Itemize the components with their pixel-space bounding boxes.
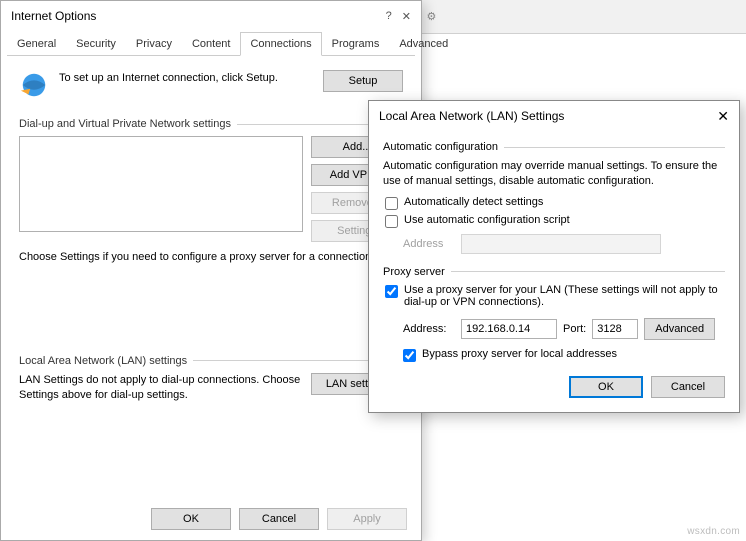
auto-config-group: Automatic configuration Automatic config… — [383, 141, 725, 254]
tab-connections[interactable]: Connections — [240, 32, 321, 56]
auto-detect-checkbox[interactable] — [385, 197, 398, 210]
internet-options-dialog: Internet Options ? ✕ General Security Pr… — [0, 0, 422, 541]
watermark: wsxdn.com — [687, 526, 740, 537]
use-proxy-checkbox[interactable] — [385, 285, 398, 298]
auto-config-note: Automatic configuration may override man… — [383, 159, 725, 190]
proxy-group: Proxy server Use a proxy server for your… — [383, 266, 725, 362]
lan-section-label: Local Area Network (LAN) settings — [19, 355, 403, 367]
dialog-titlebar: Internet Options ? ✕ — [1, 1, 421, 31]
ok-button[interactable]: OK — [151, 508, 231, 530]
close-icon[interactable]: ✕ — [402, 10, 411, 23]
lan-titlebar: Local Area Network (LAN) Settings ✕ — [369, 101, 739, 131]
auto-script-checkbox[interactable] — [385, 215, 398, 228]
use-proxy-row[interactable]: Use a proxy server for your LAN (These s… — [385, 284, 725, 308]
proxy-address-row: Address: Port: Advanced — [403, 318, 725, 340]
setup-button[interactable]: Setup — [323, 70, 403, 92]
lan-settings-dialog: Local Area Network (LAN) Settings ✕ Auto… — [368, 100, 740, 413]
proxy-address-input[interactable] — [461, 319, 557, 339]
proxy-port-input[interactable] — [592, 319, 638, 339]
tab-content[interactable]: Content — [182, 32, 241, 56]
dialup-section-label: Dial-up and Virtual Private Network sett… — [19, 118, 403, 130]
tab-privacy[interactable]: Privacy — [126, 32, 182, 56]
auto-detect-row[interactable]: Automatically detect settings — [385, 196, 725, 210]
ok-button[interactable]: OK — [569, 376, 643, 398]
lan-title: Local Area Network (LAN) Settings — [379, 109, 564, 123]
globe-icon — [19, 70, 49, 100]
auto-script-row[interactable]: Use automatic configuration script — [385, 214, 725, 228]
tab-security[interactable]: Security — [66, 32, 126, 56]
setup-text: To set up an Internet connection, click … — [59, 70, 313, 84]
lan-note: LAN Settings do not apply to dial-up con… — [19, 373, 301, 403]
dialup-note: Choose Settings if you need to configure… — [19, 250, 403, 265]
tab-general[interactable]: General — [7, 32, 66, 56]
bypass-row[interactable]: Bypass proxy server for local addresses — [403, 348, 725, 362]
bypass-checkbox[interactable] — [403, 349, 416, 362]
apply-button: Apply — [327, 508, 407, 530]
tab-programs[interactable]: Programs — [322, 32, 390, 56]
dialup-listbox[interactable] — [19, 136, 303, 232]
dialog-title: Internet Options — [11, 9, 96, 23]
tab-strip: General Security Privacy Content Connect… — [7, 31, 415, 56]
cancel-button[interactable]: Cancel — [651, 376, 725, 398]
dialog-body: To set up an Internet connection, click … — [1, 56, 421, 417]
dialog-footer: OK Cancel Apply — [151, 508, 407, 530]
gear-icon[interactable]: ⚙ — [427, 10, 437, 23]
lan-footer: OK Cancel — [383, 376, 725, 398]
script-address-row: Address — [403, 234, 725, 254]
advanced-button[interactable]: Advanced — [644, 318, 715, 340]
tab-advanced[interactable]: Advanced — [389, 32, 458, 56]
script-address-input — [461, 234, 661, 254]
cancel-button[interactable]: Cancel — [239, 508, 319, 530]
help-icon[interactable]: ? — [386, 10, 392, 23]
close-icon[interactable]: ✕ — [717, 108, 729, 125]
